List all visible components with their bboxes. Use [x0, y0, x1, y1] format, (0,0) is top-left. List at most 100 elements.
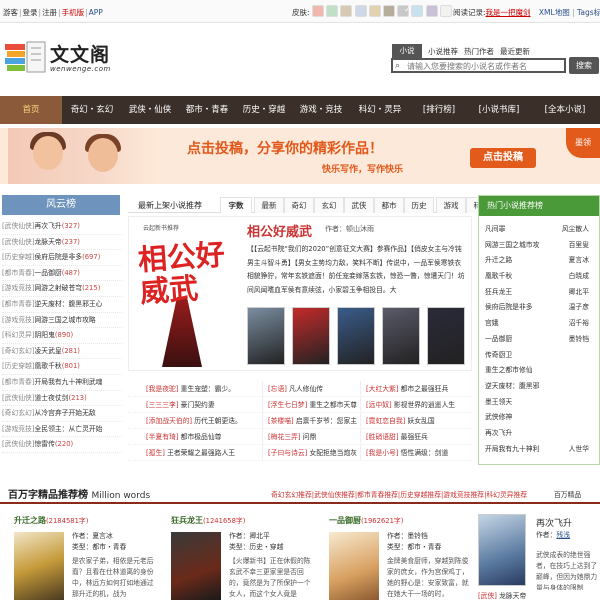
hot-item-name[interactable]: 再次飞升: [485, 426, 512, 442]
hot-item[interactable]: 墨王领天: [485, 395, 595, 411]
recommend-item[interactable]: [霓虹恋自我] 妖女乱国: [366, 413, 435, 428]
recommend-title[interactable]: 历代王朝更迭。: [194, 417, 242, 425]
book-cover[interactable]: [329, 532, 379, 600]
tab-4[interactable]: 武侠: [344, 197, 374, 213]
recommend-author[interactable]: [半夏有琦]: [146, 433, 179, 441]
recommend-item[interactable]: [我是夜驼] 重生宠塑：霸少。: [146, 381, 235, 396]
recommend-author[interactable]: [梅花三弄]: [268, 433, 301, 441]
recommend-author[interactable]: [孤生]: [146, 449, 165, 457]
book-thumbnail[interactable]: [337, 307, 375, 365]
recommend-title[interactable]: 女配拒绝当炮灰: [309, 449, 357, 457]
recommend-item[interactable]: [胜硝语甜] 最强狂兵: [366, 429, 428, 444]
hot-item[interactable]: 凰歌千秋 白晓成: [485, 269, 595, 285]
banner-submit-button[interactable]: 点击投稿: [470, 148, 536, 168]
hot-item-name[interactable]: 升迁之路: [485, 253, 512, 269]
item-name[interactable]: 开局我有九十神利武魂: [35, 378, 103, 386]
ranking-item[interactable]: [历史穿越]凰歌千秋(801): [2, 359, 122, 375]
hot-item-author[interactable]: 墨铃铛: [569, 332, 589, 348]
recommend-title[interactable]: 豪门契约妻: [181, 401, 215, 409]
book-cover[interactable]: [171, 532, 221, 600]
million-words-more[interactable]: 百万精品: [554, 489, 581, 499]
recommend-author[interactable]: [霓虹恋自我]: [366, 417, 405, 425]
xml-map-link[interactable]: XML地图: [539, 8, 570, 17]
recommend-author[interactable]: [添加战天伯的]: [146, 417, 192, 425]
million-words-categories[interactable]: 奇幻玄幻推荐|武侠仙侠推荐|都市青春推荐|历史穿越推荐|游戏竞技推荐|科幻灵异推…: [271, 489, 527, 499]
hot-item-name[interactable]: 宫娥: [485, 316, 499, 332]
hot-item-name[interactable]: 重生之都市修仙: [485, 363, 533, 379]
skin-swatch[interactable]: [368, 5, 381, 17]
hot-item-author[interactable]: 白晓成: [569, 269, 589, 285]
item-name[interactable]: 再次飞升: [35, 222, 62, 230]
search-tab-recommend[interactable]: 小说推荐: [428, 46, 458, 57]
featured-title[interactable]: 相公好威武: [247, 221, 312, 240]
recommend-item[interactable]: [子曰与诗云] 女配拒绝当炮灰: [268, 445, 357, 460]
hot-item[interactable]: 再次飞升: [485, 426, 595, 442]
nav-item[interactable]: 科幻・灵异: [352, 96, 408, 124]
ranking-item[interactable]: [游戏竞技]全民领主：从亡灵开始: [2, 422, 122, 438]
ranking-item[interactable]: [游戏竞技]网游之射破苍穹(215): [2, 281, 122, 297]
login-link[interactable]: 登录: [23, 8, 38, 17]
hot-item[interactable]: 传奇厨卫: [485, 348, 595, 364]
item-name[interactable]: 阴阳鬼: [35, 331, 55, 339]
skin-swatch[interactable]: [425, 5, 438, 17]
skin-swatch[interactable]: [326, 5, 339, 17]
book-title[interactable]: 再次飞升: [536, 516, 572, 529]
tab-2[interactable]: 奇幻: [284, 197, 314, 213]
recommend-title[interactable]: 重生之都市天尊: [309, 401, 357, 409]
hot-item-author[interactable]: 温子彦: [569, 300, 589, 316]
hot-item[interactable]: 开局我有九十神利 人世华: [485, 442, 595, 458]
recommend-author[interactable]: [子曰与诗云]: [268, 449, 307, 457]
item-name[interactable]: 惊雷传: [35, 440, 55, 448]
nav-item[interactable]: 武侠・仙侠: [122, 96, 178, 124]
tags-link[interactable]: Tags标签: [577, 8, 600, 17]
recommend-item[interactable]: [三三三李] 豪门契约妻: [146, 397, 215, 412]
recommend-title[interactable]: 都市之最强狂兵: [401, 385, 449, 393]
item-name[interactable]: 凰歌千秋: [35, 362, 62, 370]
book-thumbnail[interactable]: [382, 307, 420, 365]
hot-item-name[interactable]: 狂兵龙王: [485, 285, 512, 301]
recommend-title[interactable]: 最强狂兵: [401, 433, 428, 441]
recommend-title[interactable]: 妖女乱国: [407, 417, 434, 425]
skin-swatch[interactable]: [439, 5, 452, 17]
recommend-title[interactable]: 凡人修仙传: [289, 385, 323, 393]
tab-7[interactable]: 游戏: [436, 197, 466, 213]
recommend-title[interactable]: 启禀千岁爷：您家主: [296, 417, 357, 425]
hot-item-author[interactable]: 沼千裕: [569, 316, 589, 332]
book-footer[interactable]: [武侠] 龙脉天帝: [478, 590, 600, 600]
search-tab-novel[interactable]: 小说: [392, 44, 422, 58]
tab-3[interactable]: 玄幻: [314, 197, 344, 213]
hot-item-author[interactable]: 卿北平: [569, 285, 589, 301]
mobile-link[interactable]: 手机版: [62, 8, 85, 17]
recommend-item[interactable]: [大红大紫] 都市之最强狂兵: [366, 381, 449, 396]
recommend-author[interactable]: [我是夜驼]: [146, 385, 179, 393]
hot-item[interactable]: 宫娥 沼千裕: [485, 316, 595, 332]
recommend-item[interactable]: [茶楼喵] 启禀千岁爷：您家主: [268, 413, 357, 428]
ranking-item[interactable]: [都市青春]一品御厨(487): [2, 266, 122, 282]
book-cover[interactable]: [14, 532, 64, 600]
nav-item[interactable]: [排行榜]: [411, 96, 467, 124]
hot-item[interactable]: 武侠修神: [485, 410, 595, 426]
hot-item-name[interactable]: 逆天废材：腹黑邪: [485, 379, 539, 395]
nav-item[interactable]: 首页: [0, 96, 62, 124]
hot-item[interactable]: 升迁之路 夏言冰: [485, 253, 595, 269]
hot-item-name[interactable]: 凡间罪: [485, 222, 505, 238]
search-tab-updates[interactable]: 最近更新: [500, 46, 530, 57]
hot-item-name[interactable]: 墨王领天: [485, 395, 512, 411]
hot-item-author[interactable]: 百里叟: [569, 238, 589, 254]
recommend-item[interactable]: [半夏有琦] 都市极品仙尊: [146, 429, 221, 444]
hot-item-name[interactable]: 侯府后院是非多: [485, 300, 533, 316]
recommend-item[interactable]: [远中奴] 影视世界的逍遥人生: [366, 397, 455, 412]
recommend-author[interactable]: [浮生七日梦]: [268, 401, 307, 409]
hot-item[interactable]: 网游三国之城市攻 百里叟: [485, 238, 595, 254]
ranking-item[interactable]: [奇幻玄幻]凌天武皇(281): [2, 344, 122, 360]
hot-item-name[interactable]: 网游三国之城市攻: [485, 238, 539, 254]
ranking-item[interactable]: [都市青春]逆天废材：腹黑邪王心: [2, 297, 122, 313]
recommend-author[interactable]: [胜硝语甜]: [366, 433, 399, 441]
hot-item-name[interactable]: 凰歌千秋: [485, 269, 512, 285]
recommend-title[interactable]: 王者荣耀之最强路人王: [167, 449, 235, 457]
nav-item[interactable]: 都市・青春: [179, 96, 235, 124]
nav-item[interactable]: [小说书库]: [470, 96, 528, 124]
tab-6[interactable]: 历史: [404, 197, 434, 213]
recommend-author[interactable]: [茶楼喵]: [268, 417, 294, 425]
recommend-author[interactable]: [忘语]: [268, 385, 287, 393]
